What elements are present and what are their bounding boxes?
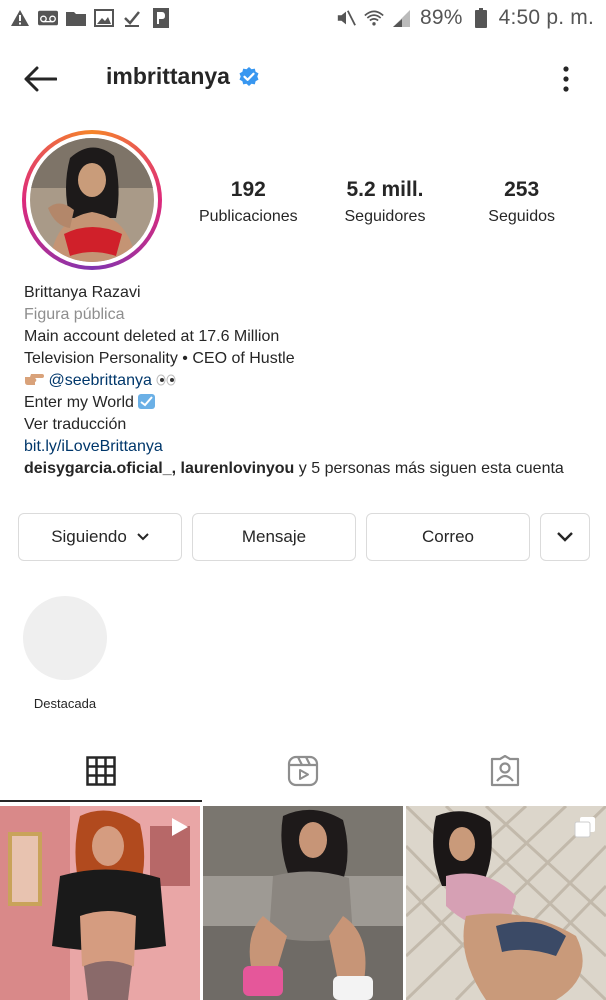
followed-by-text[interactable]: deisygarcia.oficial_, laurenlovinyou y 5… — [24, 458, 594, 480]
username-title: imbrittanya — [106, 63, 260, 90]
stat-posts-count: 192 — [230, 178, 266, 201]
status-bar: 89% 4:50 p. m. — [0, 0, 606, 36]
profile-category: Figura pública — [24, 306, 125, 323]
pointing-hand-icon — [24, 372, 48, 389]
tab-tagged[interactable] — [404, 740, 606, 802]
stat-posts[interactable]: 192 Publicaciones — [183, 178, 313, 226]
voicemail-icon — [38, 8, 58, 28]
post-thumbnail[interactable] — [0, 806, 200, 1000]
folder-icon — [66, 8, 86, 28]
story-highlight[interactable]: Destacada — [20, 596, 110, 711]
more-options-button[interactable] — [556, 62, 576, 96]
highlight-label: Destacada — [33, 696, 97, 711]
following-button[interactable]: Siguiendo — [18, 513, 182, 561]
clock: 4:50 p. m. — [498, 6, 594, 29]
posts-grid — [0, 806, 606, 1000]
post-thumbnail[interactable] — [406, 806, 606, 1000]
stat-followers-label: Seguidores — [344, 208, 426, 225]
suggested-accounts-button[interactable] — [540, 513, 590, 561]
profile-actions: Siguiendo Mensaje Correo — [18, 513, 590, 561]
message-button[interactable]: Mensaje — [192, 513, 356, 561]
profile-bio: Brittanya Razavi Figura pública Main acc… — [24, 282, 594, 480]
stat-followers[interactable]: 5.2 mill. Seguidores — [320, 178, 450, 226]
profile-header: imbrittanya — [0, 50, 606, 108]
see-translation-link[interactable]: Ver traducción — [24, 414, 594, 436]
warning-icon — [10, 8, 30, 28]
display-name: Brittanya Razavi — [24, 284, 141, 301]
download-done-icon — [122, 8, 142, 28]
grid-icon — [86, 756, 116, 786]
bio-world-line: Enter my World — [24, 392, 594, 414]
profile-avatar[interactable] — [22, 130, 162, 270]
stat-following-label: Seguidos — [488, 208, 555, 225]
check-mark-button-icon — [138, 394, 156, 409]
tagged-user-icon — [490, 755, 520, 787]
highlight-cover — [23, 596, 107, 680]
mute-icon — [336, 8, 356, 28]
bio-line: Television Personality • CEO of Hustle — [24, 350, 295, 367]
followed-by-rest: y 5 personas más siguen esta cuenta — [294, 460, 564, 477]
battery-icon — [471, 8, 491, 28]
following-button-label: Siguiendo — [51, 527, 127, 546]
mention-link[interactable]: @seebrittanya — [48, 372, 151, 389]
reel-play-icon — [168, 816, 190, 838]
email-button-label: Correo — [422, 527, 474, 546]
image-icon — [94, 8, 114, 28]
signal-icon — [392, 8, 412, 28]
post-thumbnail[interactable] — [203, 806, 403, 1000]
followed-by-names: deisygarcia.oficial_, laurenlovinyou — [24, 460, 295, 477]
chevron-down-icon — [557, 532, 573, 542]
profile-tabs — [0, 740, 606, 802]
back-button[interactable] — [20, 62, 60, 96]
eyes-icon — [156, 372, 176, 389]
bio-line: Main account deleted at 17.6 Million — [24, 328, 280, 345]
profile-stats: 192 Publicaciones 5.2 mill. Seguidores 2… — [180, 178, 590, 226]
stat-following-count: 253 — [504, 178, 540, 201]
email-button[interactable]: Correo — [366, 513, 530, 561]
website-link[interactable]: bit.ly/iLoveBrittanya — [24, 436, 594, 458]
stat-posts-label: Publicaciones — [198, 208, 298, 225]
carousel-icon — [574, 816, 596, 838]
bio-line: Enter my World — [24, 394, 134, 411]
tab-reels[interactable] — [202, 740, 404, 802]
avatar-image — [30, 138, 154, 262]
message-button-label: Mensaje — [241, 527, 307, 546]
stat-followers-count: 5.2 mill. — [346, 178, 424, 201]
parking-icon — [150, 8, 170, 28]
stat-following[interactable]: 253 Seguidos — [457, 178, 587, 226]
verified-badge-icon — [238, 66, 260, 88]
battery-percent: 89% — [419, 6, 463, 29]
tab-posts-grid[interactable] — [0, 740, 202, 802]
bio-mention-line: @seebrittanya — [24, 370, 594, 392]
chevron-down-icon — [137, 533, 149, 541]
kebab-menu-icon — [563, 66, 569, 92]
back-arrow-icon — [24, 66, 57, 92]
wifi-icon — [364, 8, 384, 28]
username-text: imbrittanya — [106, 63, 230, 89]
reels-icon — [287, 755, 319, 787]
